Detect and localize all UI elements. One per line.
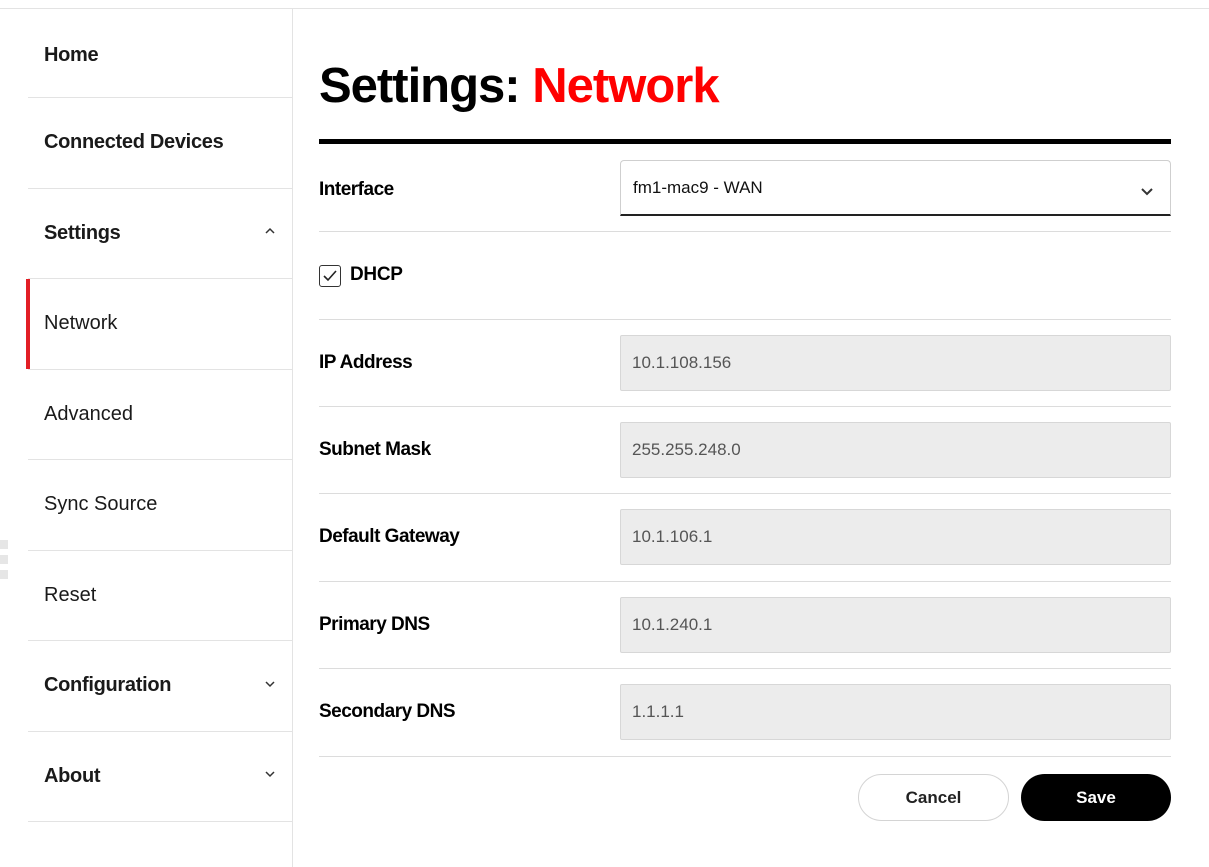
default-gateway-field[interactable]: [620, 509, 1171, 565]
interface-select[interactable]: fm1-mac9 - WAN: [620, 160, 1171, 216]
secondary-dns-input[interactable]: [621, 685, 1170, 739]
sidebar-item-label: Settings: [44, 221, 121, 244]
save-button[interactable]: Save: [1021, 774, 1171, 821]
sidebar-item-configuration[interactable]: Configuration: [28, 641, 292, 732]
page-title-prefix: Settings:: [319, 59, 521, 113]
sidebar-item-reset[interactable]: Reset: [28, 551, 292, 641]
default-gateway-label: Default Gateway: [319, 526, 460, 547]
sidebar-item-label: Network: [44, 312, 118, 335]
ip-address-field[interactable]: [620, 335, 1171, 391]
check-icon: [323, 270, 337, 282]
chevron-down-icon: [264, 770, 278, 780]
page-title-accent: Network: [532, 59, 719, 113]
sidebar-item-label: Home: [44, 44, 99, 66]
sidebar-item-sync-source[interactable]: Sync Source: [28, 460, 292, 551]
interface-label: Interface: [319, 179, 394, 200]
chevron-down-icon: [1140, 183, 1154, 201]
sidebar-item-settings[interactable]: Settings: [28, 189, 292, 279]
sidebar: Home Connected Devices Settings Network …: [26, 9, 293, 867]
sidebar-item-advanced[interactable]: Advanced: [28, 370, 292, 460]
sidebar-item-about[interactable]: About: [28, 732, 292, 822]
sidebar-item-label: Advanced: [44, 402, 133, 425]
cancel-button[interactable]: Cancel: [858, 774, 1009, 821]
ip-address-label: IP Address: [319, 352, 413, 373]
subnet-mask-label: Subnet Mask: [319, 439, 431, 460]
primary-dns-input[interactable]: [621, 598, 1170, 652]
secondary-dns-field[interactable]: [620, 684, 1171, 740]
chevron-down-icon: [264, 680, 278, 690]
sidebar-item-connected-devices[interactable]: Connected Devices: [28, 98, 292, 189]
sidebar-item-label: Connected Devices: [44, 131, 224, 154]
subnet-mask-field[interactable]: [620, 422, 1171, 478]
dhcp-checkbox[interactable]: [319, 265, 341, 287]
secondary-dns-label: Secondary DNS: [319, 701, 456, 722]
dhcp-row: [319, 232, 1171, 320]
sidebar-item-home[interactable]: Home: [28, 9, 292, 98]
page-title: Settings: Network: [319, 58, 720, 114]
sidebar-item-label: Reset: [44, 583, 97, 606]
sidebar-item-network[interactable]: Network: [26, 279, 292, 370]
primary-dns-field[interactable]: [620, 597, 1171, 653]
subnet-mask-input[interactable]: [621, 423, 1170, 477]
sidebar-item-label: Sync Source: [44, 493, 158, 516]
default-gateway-input[interactable]: [621, 510, 1170, 564]
interface-select-value: fm1-mac9 - WAN: [633, 178, 763, 197]
dhcp-label: DHCP: [350, 264, 403, 285]
sidebar-item-label: Configuration: [44, 674, 172, 697]
ip-address-input[interactable]: [621, 336, 1170, 390]
chevron-up-icon: [264, 227, 278, 237]
left-edge-marks: [0, 540, 8, 585]
sidebar-item-label: About: [44, 764, 101, 787]
primary-dns-label: Primary DNS: [319, 614, 430, 635]
